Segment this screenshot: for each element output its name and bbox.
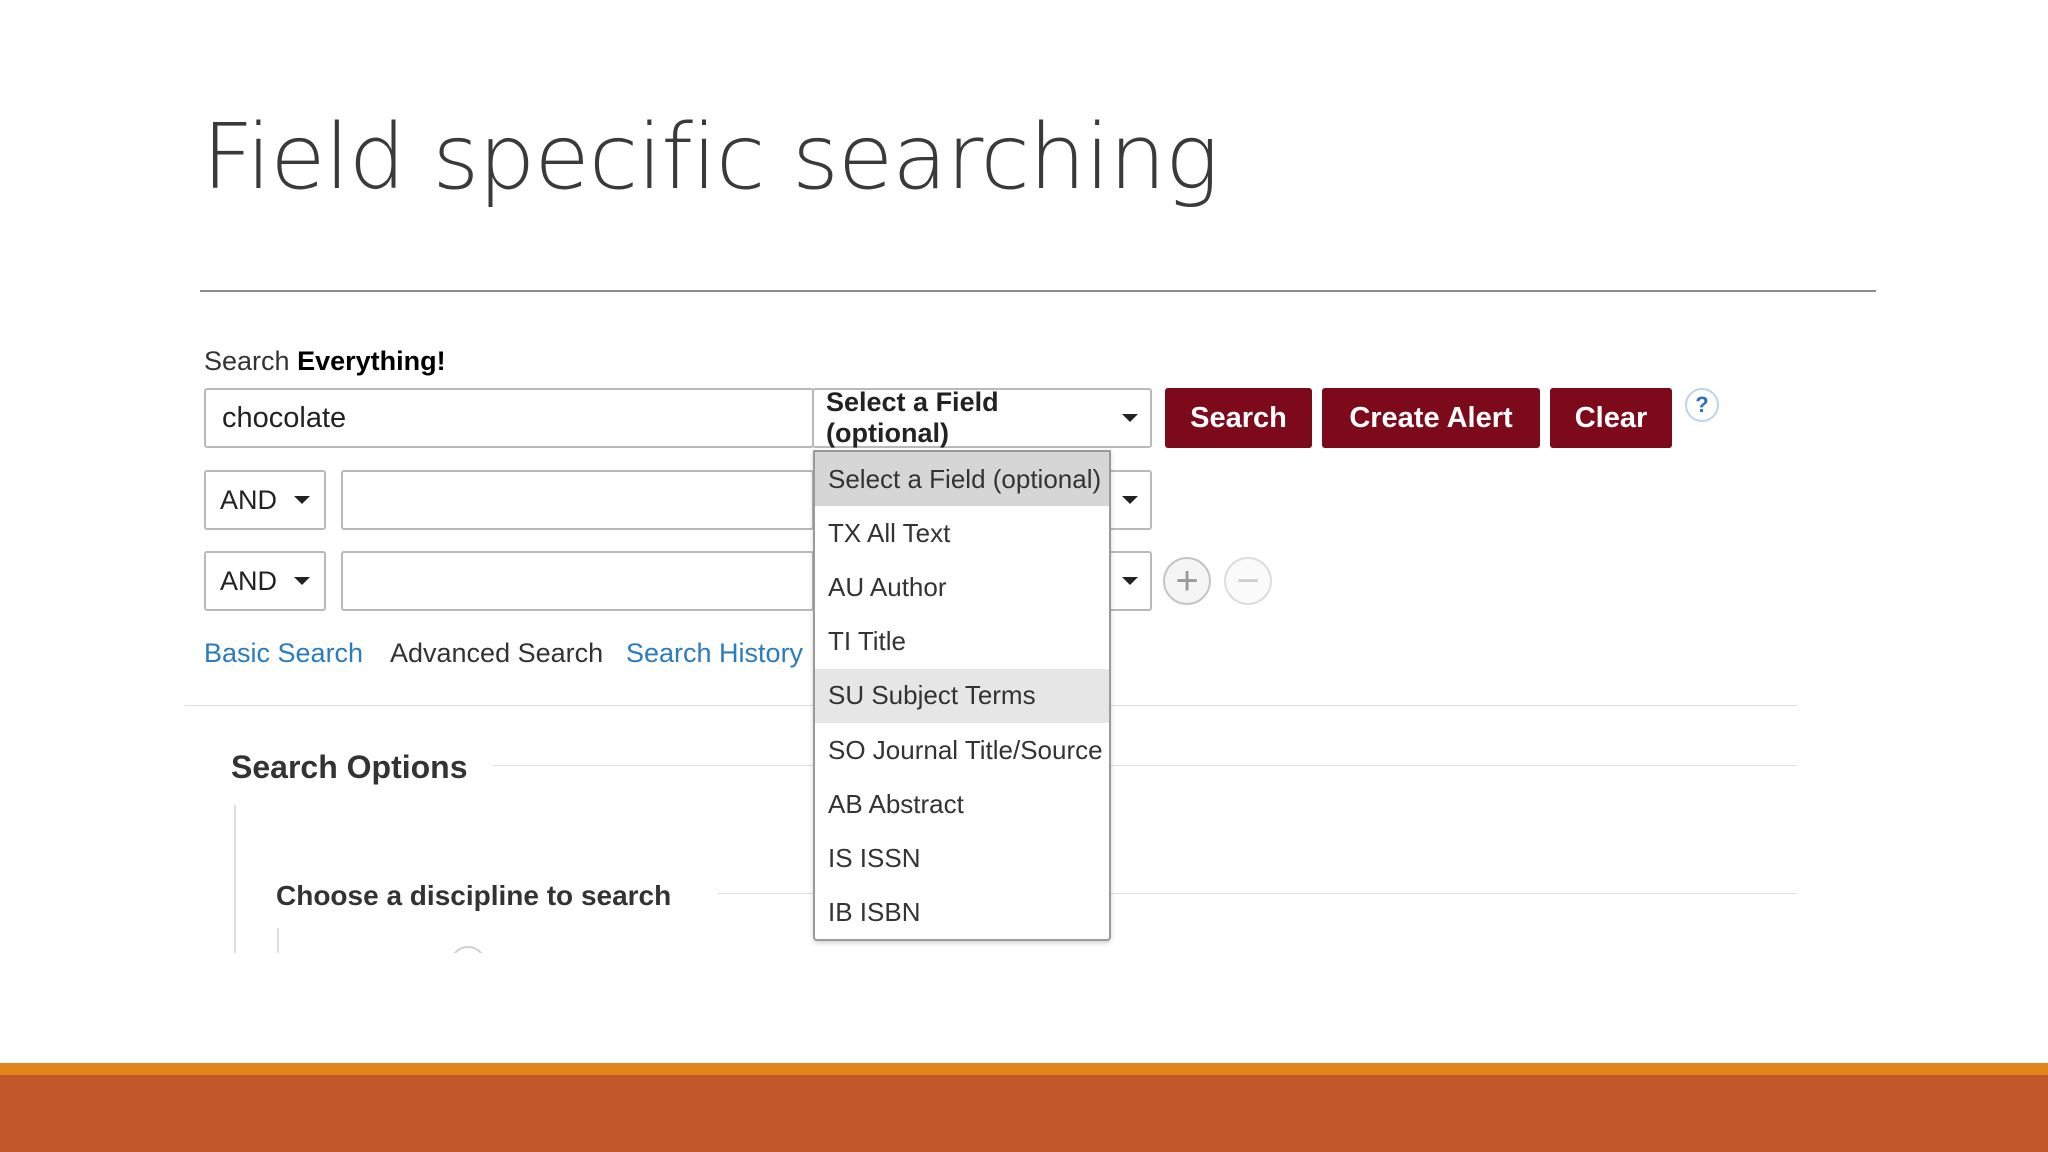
search-options-rule	[493, 765, 1797, 766]
slide-title: Field specific searching	[202, 105, 1219, 210]
search-options-border	[234, 805, 236, 955]
field-dropdown-menu[interactable]: Select a Field (optional) TX All Text AU…	[813, 450, 1111, 941]
chevron-down-icon	[1122, 577, 1138, 585]
search-options-title: Search Options	[231, 749, 468, 785]
search-label-prefix: Search	[204, 346, 298, 376]
search-button[interactable]: Search	[1165, 388, 1312, 448]
dropdown-item[interactable]: IS ISSN	[815, 831, 1109, 885]
minus-icon[interactable]: −	[1224, 557, 1272, 605]
boolean-operator-label: AND	[220, 484, 278, 515]
create-alert-button[interactable]: Create Alert	[1322, 388, 1540, 448]
help-icon[interactable]: ?	[1685, 388, 1719, 422]
discipline-title: Choose a discipline to search	[276, 880, 672, 911]
search-label-bold: Everything!	[297, 346, 446, 376]
search-label: Search Everything!	[204, 346, 446, 377]
dropdown-item[interactable]: TI Title	[815, 615, 1109, 669]
chevron-down-icon	[1122, 496, 1138, 504]
field-select-label: Select a Field (optional)	[826, 387, 999, 448]
dropdown-item[interactable]: AU Author	[815, 560, 1109, 614]
footer-bar	[0, 1075, 2048, 1152]
boolean-operator-select-2[interactable]: AND	[204, 470, 326, 530]
search-input[interactable]: chocolate	[204, 388, 814, 448]
dropdown-item[interactable]: Select a Field (optional)	[815, 452, 1109, 507]
search-input-2[interactable]	[341, 470, 814, 530]
boolean-operator-label: AND	[220, 565, 278, 596]
basic-search-link[interactable]: Basic Search	[204, 638, 363, 669]
dropdown-item[interactable]: IB ISBN	[815, 886, 1109, 940]
boolean-operator-select-3[interactable]: AND	[204, 551, 326, 611]
discipline-border	[277, 928, 279, 955]
chevron-down-icon	[294, 496, 310, 504]
dropdown-item[interactable]: TX All Text	[815, 506, 1109, 560]
search-input-value: chocolate	[222, 401, 347, 434]
plus-icon[interactable]: +	[1163, 557, 1211, 605]
search-history-link[interactable]: Search History	[626, 638, 803, 669]
chevron-down-icon	[1122, 414, 1138, 422]
dropdown-item[interactable]: SO Journal Title/Source	[815, 723, 1109, 777]
chevron-down-icon	[294, 577, 310, 585]
clear-button[interactable]: Clear	[1550, 388, 1672, 448]
search-input-3[interactable]	[341, 551, 814, 611]
title-divider	[200, 290, 1876, 292]
field-select-1[interactable]: Select a Field (optional)	[812, 387, 1152, 448]
footer-accent-bar	[0, 1063, 2048, 1075]
content-mask	[0, 953, 2048, 1063]
dropdown-item[interactable]: AB Abstract	[815, 777, 1109, 831]
advanced-search-link[interactable]: Advanced Search	[390, 638, 603, 669]
dropdown-item-highlighted[interactable]: SU Subject Terms	[815, 668, 1109, 723]
